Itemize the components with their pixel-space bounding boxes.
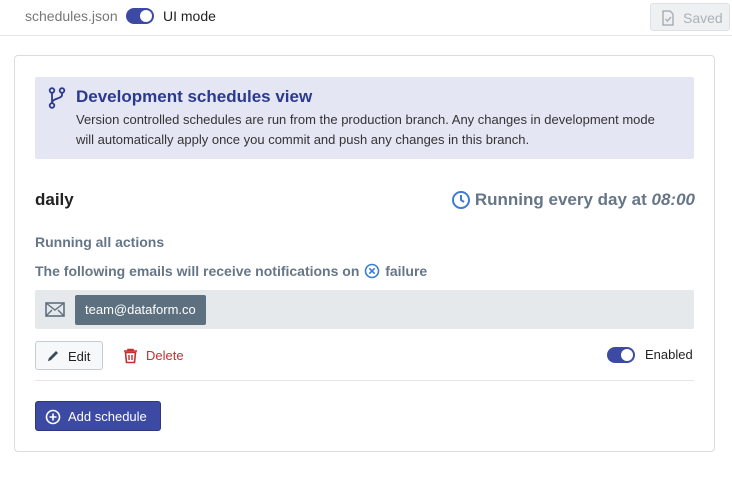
- dev-schedules-callout: Development schedules view Version contr…: [35, 77, 694, 159]
- callout-description: Version controlled schedules are run fro…: [76, 112, 655, 147]
- top-toolbar: schedules.json UI mode Saved: [0, 0, 732, 36]
- add-schedule-button[interactable]: Add schedule: [35, 401, 161, 431]
- notifications-text: The following emails will receive notifi…: [35, 263, 427, 282]
- ui-mode-label: UI mode: [163, 8, 216, 24]
- trash-icon: [123, 348, 138, 367]
- file-name: schedules.json: [25, 8, 118, 24]
- delete-label: Delete: [146, 348, 184, 363]
- document-check-icon: [661, 10, 675, 29]
- email-tag[interactable]: team@dataform.co: [75, 295, 206, 325]
- divider: [35, 380, 694, 381]
- notifications-suffix: failure: [385, 263, 428, 279]
- plus-circle-icon: [45, 409, 61, 428]
- schedules-card: Development schedules view Version contr…: [14, 55, 715, 452]
- callout-title: Development schedules view: [76, 87, 313, 106]
- envelope-icon: [45, 302, 65, 322]
- saved-button[interactable]: Saved: [650, 3, 730, 31]
- ui-mode-toggle[interactable]: [126, 8, 154, 24]
- git-branch-icon: [48, 87, 66, 114]
- pencil-icon: [46, 349, 60, 366]
- edit-label: Edit: [68, 349, 91, 364]
- schedule-name: daily: [35, 190, 74, 209]
- edit-button[interactable]: Edit: [35, 341, 103, 370]
- notifications-prefix: The following emails will receive notifi…: [35, 263, 360, 279]
- actions-text: Running all actions: [35, 234, 165, 250]
- enabled-label: Enabled: [645, 347, 693, 362]
- saved-label: Saved: [683, 10, 723, 26]
- schedule-frequency: Running every day at 08:00: [451, 190, 695, 210]
- enabled-toggle[interactable]: [607, 347, 635, 363]
- schedule-time: 08:00: [651, 190, 695, 209]
- frequency-text: Running every day at: [474, 190, 647, 209]
- add-schedule-label: Add schedule: [68, 409, 147, 424]
- clock-icon: [451, 190, 471, 215]
- toggle-knob: [140, 10, 152, 22]
- failure-icon: [364, 263, 380, 282]
- email-list: team@dataform.co: [35, 290, 694, 329]
- toggle-knob: [621, 349, 633, 361]
